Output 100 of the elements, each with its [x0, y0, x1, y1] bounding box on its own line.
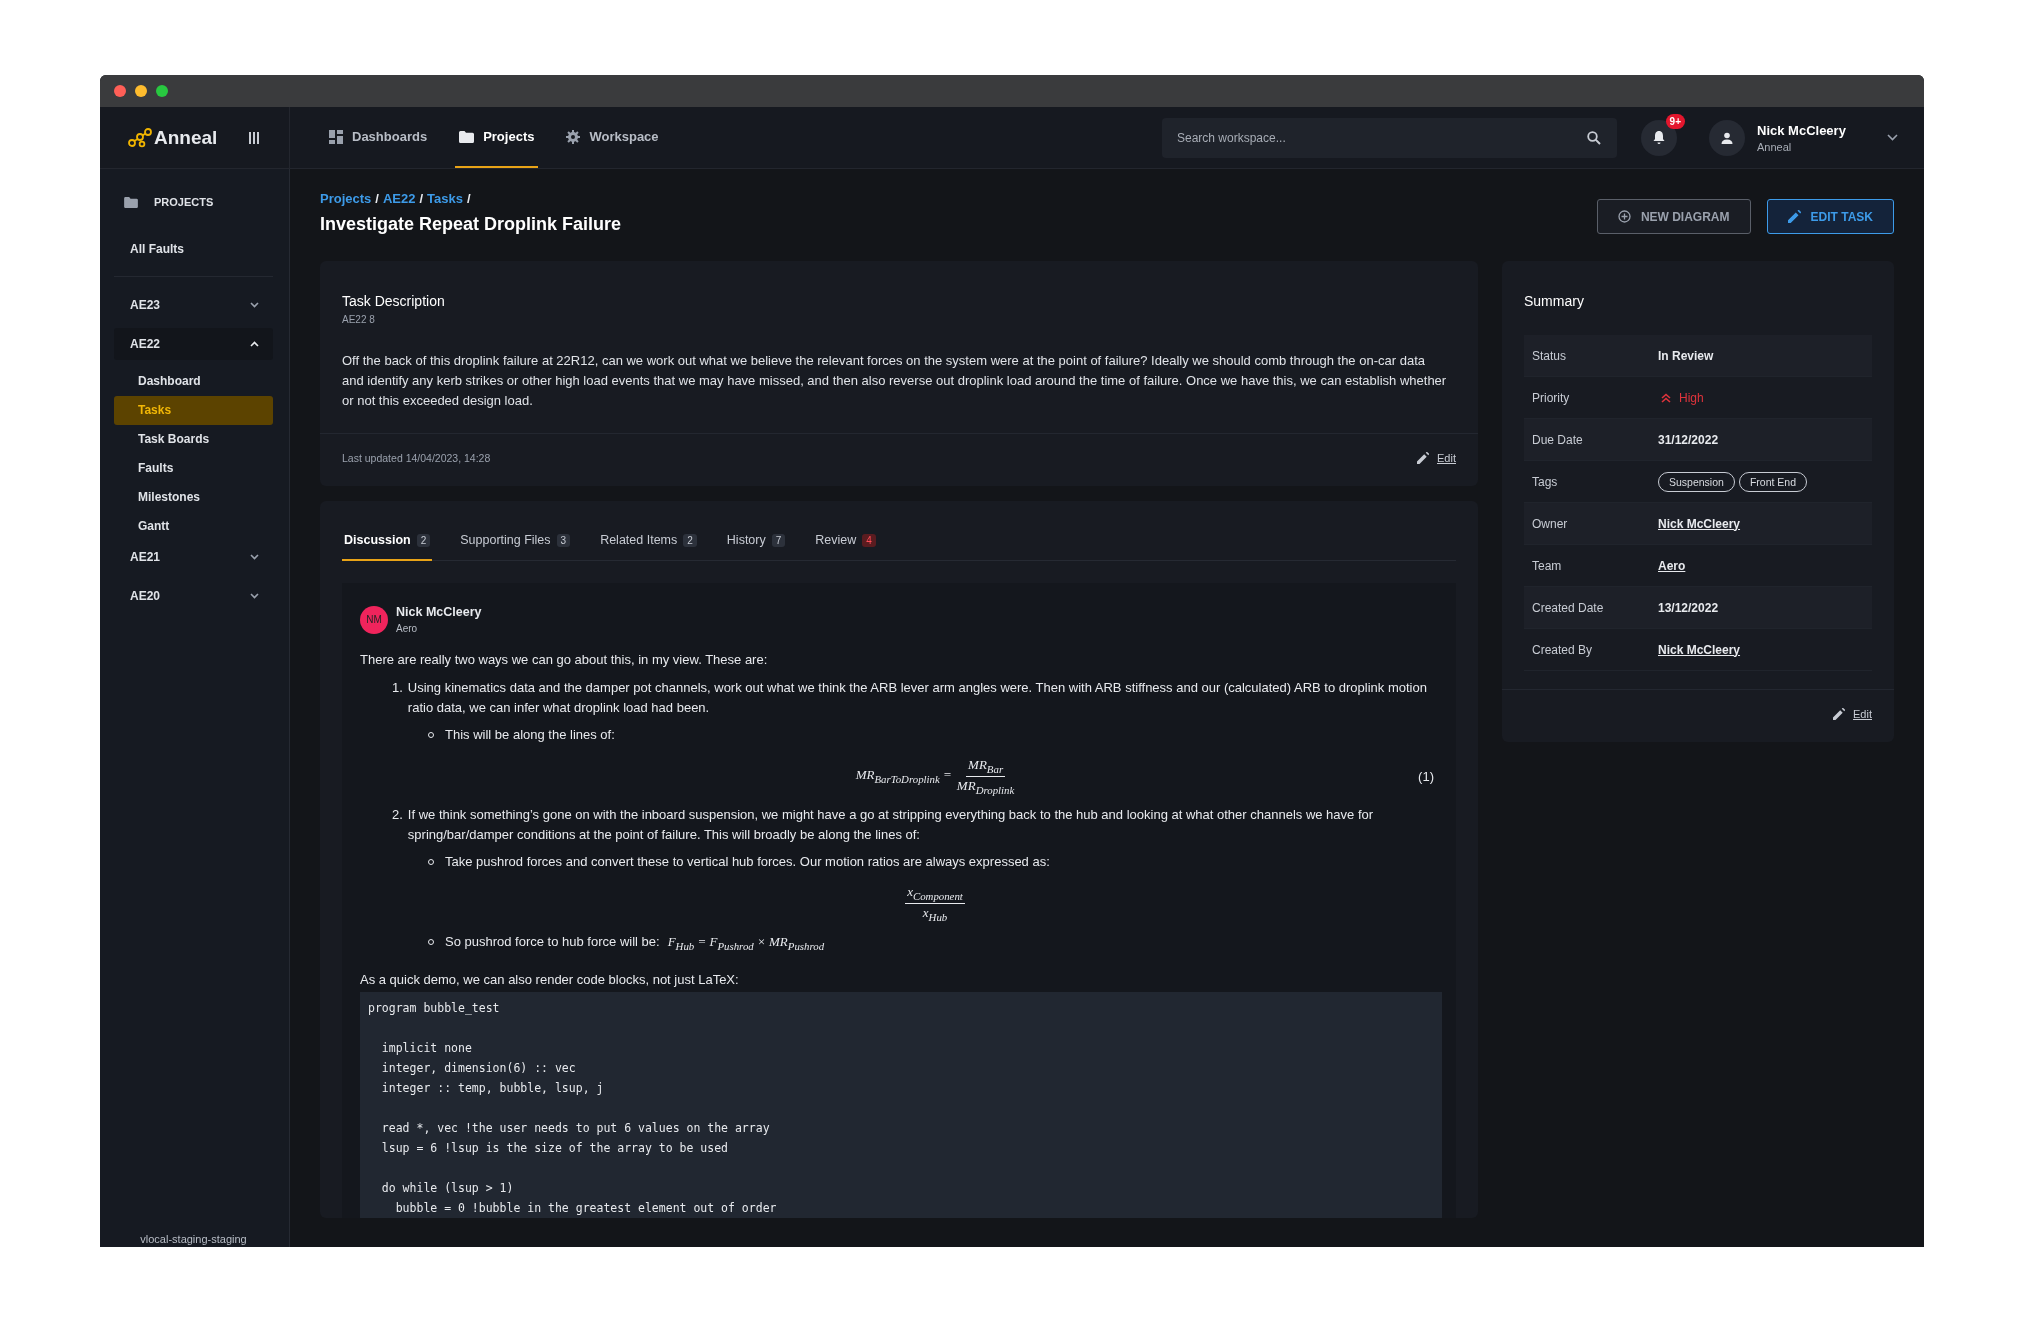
- new-diagram-button[interactable]: NEW DIAGRAM: [1596, 199, 1751, 234]
- menu-icon[interactable]: [249, 131, 260, 144]
- description-text: Off the back of this droplink failure at 22R12, can we work out what we believe the relevant forces on the system were at the point of failure? Ideally we should comb through the on-car data and identify any kerb strikes or other high load events that we may have missed, and then also reverse out droplink load around the time of failure. Once we have this, we can establish whether or not this exceeded design load.: [342, 352, 1448, 410]
- sidebar-item[interactable]: Tasks: [114, 396, 273, 425]
- equation-number: (1): [1418, 769, 1434, 784]
- tab[interactable]: History 7: [724, 533, 788, 561]
- code-line: read *, vec !the user needs to put 6 values on the array: [380, 1120, 771, 1138]
- grid-icon: [329, 129, 343, 144]
- field-link[interactable]: Aero: [1658, 558, 1686, 573]
- field-value: In Review: [1658, 348, 1714, 363]
- code-line: integer :: temp, bubble, lsup, j: [380, 1080, 605, 1098]
- breadcrumb-separator: /: [467, 191, 471, 206]
- comment-text: As a quick demo, we can also render code blocks, not just LaTeX:: [360, 971, 740, 990]
- math-formula: MR$_{BarToDroplink}$ =: [855, 767, 952, 785]
- comment-text: If we think something’s gone on with the inboard suspension, we might have a go at stripping everything back to the hub and looking at what other channels we have for spring/bar/damper conditions at the point of failure. This will broadly be along the lines of:: [407, 806, 1375, 845]
- sidebar-item[interactable]: Dashboard: [114, 367, 273, 396]
- tab[interactable]: Review 4: [813, 533, 878, 561]
- field-label: Team: [1532, 558, 1563, 573]
- search-field[interactable]: Search workspace...: [1162, 117, 1617, 158]
- task-reference: AE22 8: [342, 314, 376, 325]
- count-badge: 7: [771, 533, 786, 547]
- card-title: Summary: [1524, 293, 1585, 309]
- count-badge: 2: [416, 533, 431, 547]
- comment-text: Take pushrod forces and convert these to vertical hub forces. Our motion ratios are always expressed as:: [445, 853, 1050, 872]
- math-denominator: MR$_{Droplink}$: [956, 776, 1015, 796]
- field-label: Owner: [1532, 516, 1569, 531]
- chevron-down-icon: [250, 593, 259, 599]
- comment-text: This will be along the lines of:: [445, 726, 615, 744]
- sidebar-item[interactable]: Faults: [114, 454, 273, 483]
- pencil-icon: [1787, 210, 1801, 223]
- breadcrumb-link[interactable]: Projects: [320, 191, 372, 206]
- count-badge: 4: [862, 533, 876, 547]
- user-organization: Anneal: [1757, 140, 1793, 153]
- tab[interactable]: Related Items 2: [598, 533, 699, 561]
- sidebar-group[interactable]: AE23: [114, 289, 273, 321]
- minimize-dot-icon[interactable]: [135, 85, 147, 97]
- count-badge: 3: [556, 533, 571, 547]
- close-dot-icon[interactable]: [114, 85, 126, 97]
- nav-tab[interactable]: Projects: [455, 107, 539, 168]
- sidebar-group[interactable]: AE22: [114, 328, 273, 360]
- code-line: do while (lsup > 1): [380, 1180, 515, 1198]
- chevron-down-icon: [250, 302, 259, 308]
- notification-count: 9+: [1665, 113, 1685, 129]
- double-chevron-up-icon: [1661, 392, 1671, 403]
- user-name: Nick McCleery: [1757, 122, 1847, 138]
- field-value: 31/12/2022: [1658, 432, 1719, 447]
- chevron-down-icon[interactable]: [1887, 134, 1898, 141]
- sidebar-item[interactable]: Gantt: [114, 512, 273, 541]
- code-line: integer, dimension(6) :: vec: [380, 1060, 577, 1078]
- sidebar-group[interactable]: AE20: [114, 580, 273, 612]
- edit-link[interactable]: Edit: [1853, 708, 1872, 720]
- field-label: Created By: [1532, 642, 1594, 657]
- priority-value: High: [1679, 390, 1704, 405]
- folder-icon: [124, 196, 138, 208]
- tab[interactable]: Discussion 2: [342, 533, 433, 561]
- list-number: 1.: [392, 679, 403, 697]
- sidebar-item[interactable]: Task Boards: [114, 425, 273, 454]
- breadcrumb-link[interactable]: AE22: [382, 191, 416, 206]
- bell-icon: [1652, 130, 1666, 145]
- tab[interactable]: Supporting Files 3: [458, 533, 573, 561]
- breadcrumb-separator: /: [419, 191, 424, 206]
- nav-tab[interactable]: Workspace: [562, 107, 663, 168]
- chevron-up-icon: [250, 341, 259, 347]
- author-name: Nick McCleery: [396, 605, 482, 619]
- breadcrumb-link[interactable]: Tasks: [427, 191, 463, 206]
- field-value: 13/12/2022: [1658, 600, 1719, 615]
- search-icon[interactable]: [1587, 130, 1601, 145]
- comment-text: There are really two ways we can go about this, in my view. These are:: [360, 651, 769, 669]
- edit-task-button[interactable]: EDIT TASK: [1766, 199, 1894, 234]
- settings-icon: [566, 129, 581, 144]
- math-numerator: x$_{Component}$: [905, 884, 965, 904]
- pencil-icon: [1833, 708, 1846, 720]
- nav-tab[interactable]: Dashboards: [325, 107, 432, 168]
- comment-text: Using kinematics data and the damper pot channels, work out what we think the ARB lever arm angles were. Then with ARB stiffness and our (calculated) ARB to droplink motion ratio data, we can infer what droplink load had been.: [407, 679, 1428, 717]
- avatar-initials: NM: [360, 605, 388, 634]
- nodes-logo-icon: [128, 127, 152, 148]
- sidebar-item[interactable]: Milestones: [114, 483, 273, 512]
- field-label: Due Date: [1532, 432, 1584, 447]
- math-numerator: MR$_{Bar}$: [966, 757, 1006, 777]
- page-title: Investigate Repeat Droplink Failure: [320, 214, 622, 235]
- environment-label: vlocal-staging-staging: [139, 1233, 248, 1247]
- chevron-down-icon: [250, 554, 259, 560]
- code-line: program bubble_test: [368, 1000, 501, 1018]
- breadcrumb-separator: /: [375, 191, 379, 206]
- sidebar-item[interactable]: All Faults: [114, 208, 273, 276]
- count-badge: 2: [683, 533, 697, 547]
- plus-circle-icon: [1617, 210, 1631, 223]
- maximize-dot-icon[interactable]: [156, 85, 168, 97]
- sidebar-group[interactable]: AE21: [114, 541, 273, 573]
- field-link[interactable]: Nick McCleery: [1658, 516, 1741, 531]
- list-number: 2.: [392, 806, 403, 825]
- avatar-icon[interactable]: [1709, 119, 1745, 156]
- comment-text: So pushrod force to hub force will be:: [445, 933, 660, 952]
- math-denominator: x$_{Hub}$: [922, 903, 948, 923]
- pencil-icon: [1417, 452, 1430, 464]
- edit-link[interactable]: Edit: [1437, 452, 1456, 464]
- field-label: Priority: [1532, 390, 1571, 405]
- card-title: Task Description: [342, 293, 446, 309]
- field-link[interactable]: Nick McCleery: [1658, 642, 1741, 657]
- math-formula: F$_{Hub}$ = F$_{Pushrod}$ × MR$_{Pushrod}$: [667, 933, 825, 952]
